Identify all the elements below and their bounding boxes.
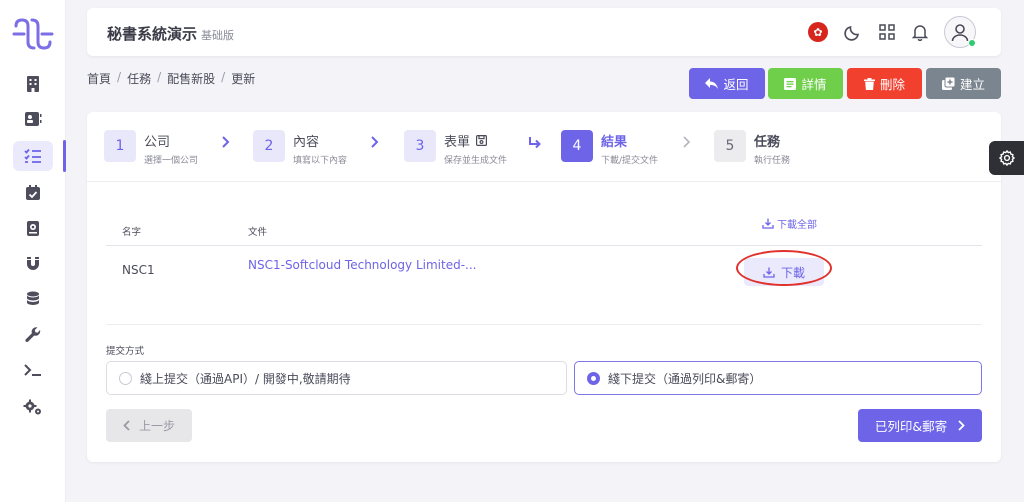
step-number: 4 bbox=[561, 130, 593, 162]
active-indicator bbox=[63, 140, 66, 172]
printed-mailed-label: 已列印&郵寄 bbox=[874, 419, 948, 434]
book-icon[interactable] bbox=[19, 214, 47, 242]
create-label: 建立 bbox=[959, 78, 985, 92]
breadcrumb: 首頁 / 任務 / 配售新股 / 更新 bbox=[87, 70, 255, 87]
building-icon[interactable] bbox=[19, 70, 47, 98]
chevron-right-icon bbox=[958, 420, 965, 431]
app-title: 秘書系統演示 基础版 bbox=[107, 23, 234, 44]
trash-icon bbox=[863, 77, 875, 90]
radio-label: 綫上提交（通過API）/ 開發中,敬請期待 bbox=[140, 371, 351, 386]
app-logo[interactable] bbox=[10, 16, 56, 52]
task-list-icon[interactable] bbox=[13, 141, 53, 171]
breadcrumb-home[interactable]: 首頁 bbox=[87, 70, 111, 87]
column-header-file: 文件 bbox=[248, 227, 268, 238]
delete-button[interactable]: 刪除 bbox=[847, 68, 922, 99]
contact-card-icon[interactable] bbox=[19, 105, 47, 133]
step-subtitle: 執行任務 bbox=[754, 156, 791, 166]
step-number: 5 bbox=[714, 130, 746, 162]
top-header: 秘書系統演示 基础版 ✿ bbox=[87, 8, 1001, 56]
moon-icon[interactable] bbox=[842, 21, 864, 43]
chevron-right-icon bbox=[370, 136, 380, 152]
save-icon bbox=[476, 135, 488, 146]
download-icon bbox=[762, 218, 774, 229]
step-3[interactable]: 3 表單 保存並生成文件 bbox=[404, 130, 507, 166]
column-header-name: 名字 bbox=[122, 227, 142, 238]
step-4[interactable]: 4 結果 下載/提交文件 bbox=[561, 130, 658, 166]
delete-label: 刪除 bbox=[879, 78, 905, 92]
wrench-icon[interactable] bbox=[19, 320, 47, 348]
previous-step-label: 上一步 bbox=[138, 419, 175, 433]
step-title: 結果 bbox=[601, 135, 628, 150]
document-icon bbox=[784, 77, 797, 90]
step-subtitle: 下載/提交文件 bbox=[601, 156, 659, 166]
back-button[interactable]: 返回 bbox=[689, 68, 765, 99]
step-title: 內容 bbox=[293, 135, 320, 150]
step-title: 任務 bbox=[754, 135, 781, 150]
previous-step-button[interactable]: 上一步 bbox=[106, 409, 192, 442]
bell-icon[interactable] bbox=[909, 21, 931, 43]
calendar-check-icon[interactable] bbox=[19, 178, 47, 206]
step-title-text: 表單 bbox=[444, 135, 471, 150]
download-all-label: 下載全部 bbox=[777, 220, 817, 231]
download-all-link[interactable]: 下載全部 bbox=[762, 216, 817, 231]
divider bbox=[87, 181, 1001, 182]
radio-offline-submit[interactable]: 綫下提交（通過列印&郵寄） bbox=[574, 361, 982, 395]
settings-gear-icon[interactable] bbox=[989, 141, 1024, 175]
step-1[interactable]: 1 公司 選擇一個公司 bbox=[104, 130, 198, 166]
highlight-circle bbox=[736, 250, 832, 286]
radio-online-submit[interactable]: 綫上提交（通過API）/ 開發中,敬請期待 bbox=[106, 361, 567, 395]
step-5[interactable]: 5 任務 執行任務 bbox=[714, 130, 790, 166]
magnet-icon[interactable] bbox=[19, 250, 47, 278]
submission-label: 提交方式 bbox=[106, 346, 145, 357]
breadcrumb-separator: / bbox=[221, 70, 226, 84]
chevron-right-icon bbox=[682, 136, 692, 152]
turn-arrow-icon bbox=[528, 136, 542, 153]
step-title: 表單 bbox=[444, 131, 507, 150]
add-copy-icon bbox=[941, 77, 955, 90]
back-label: 返回 bbox=[723, 78, 749, 92]
row-file-link[interactable]: NSC1-Softcloud Technology Limited-... bbox=[248, 258, 476, 272]
chevron-right-icon bbox=[221, 136, 231, 152]
detail-label: 詳情 bbox=[801, 78, 827, 92]
breadcrumb-separator: / bbox=[157, 70, 162, 84]
sidebar bbox=[0, 0, 66, 502]
hk-flag-icon[interactable]: ✿ bbox=[807, 21, 829, 43]
reply-icon bbox=[705, 78, 719, 89]
grid-icon[interactable] bbox=[876, 21, 898, 43]
step-2[interactable]: 2 內容 填寫以下內容 bbox=[253, 130, 347, 166]
step-subtitle: 填寫以下內容 bbox=[293, 156, 348, 166]
radio-label: 綫下提交（通過列印&郵寄） bbox=[608, 371, 762, 386]
breadcrumb-update: 更新 bbox=[231, 72, 256, 86]
detail-button[interactable]: 詳情 bbox=[768, 68, 843, 99]
table-header-border bbox=[106, 245, 982, 246]
terminal-icon[interactable] bbox=[19, 356, 47, 384]
create-button[interactable]: 建立 bbox=[926, 68, 1001, 99]
main-card: 1 公司 選擇一個公司 2 內容 填寫以下內容 3 表單 保存並生成文件 4 結… bbox=[87, 112, 1001, 462]
step-subtitle: 選擇一個公司 bbox=[144, 156, 199, 166]
divider bbox=[106, 324, 982, 325]
breadcrumb-placement[interactable]: 配售新股 bbox=[167, 70, 215, 87]
app-title-text: 秘書系統演示 bbox=[107, 25, 198, 43]
step-title: 公司 bbox=[144, 135, 171, 150]
chevron-left-icon bbox=[123, 420, 130, 431]
user-avatar-icon[interactable] bbox=[944, 16, 976, 48]
app-edition: 基础版 bbox=[201, 29, 235, 42]
database-icon[interactable] bbox=[19, 285, 47, 313]
radio-circle[interactable] bbox=[587, 371, 600, 385]
printed-mailed-button[interactable]: 已列印&郵寄 bbox=[858, 409, 982, 442]
step-subtitle: 保存並生成文件 bbox=[444, 156, 508, 166]
breadcrumb-tasks[interactable]: 任務 bbox=[127, 70, 151, 87]
step-number: 1 bbox=[104, 130, 136, 162]
row-name: NSC1 bbox=[122, 263, 155, 277]
breadcrumb-separator: / bbox=[117, 70, 122, 84]
online-status-dot bbox=[968, 39, 976, 47]
radio-circle[interactable] bbox=[119, 371, 132, 385]
step-number: 3 bbox=[404, 130, 436, 162]
gears-icon[interactable] bbox=[19, 393, 47, 421]
step-number: 2 bbox=[253, 130, 285, 162]
